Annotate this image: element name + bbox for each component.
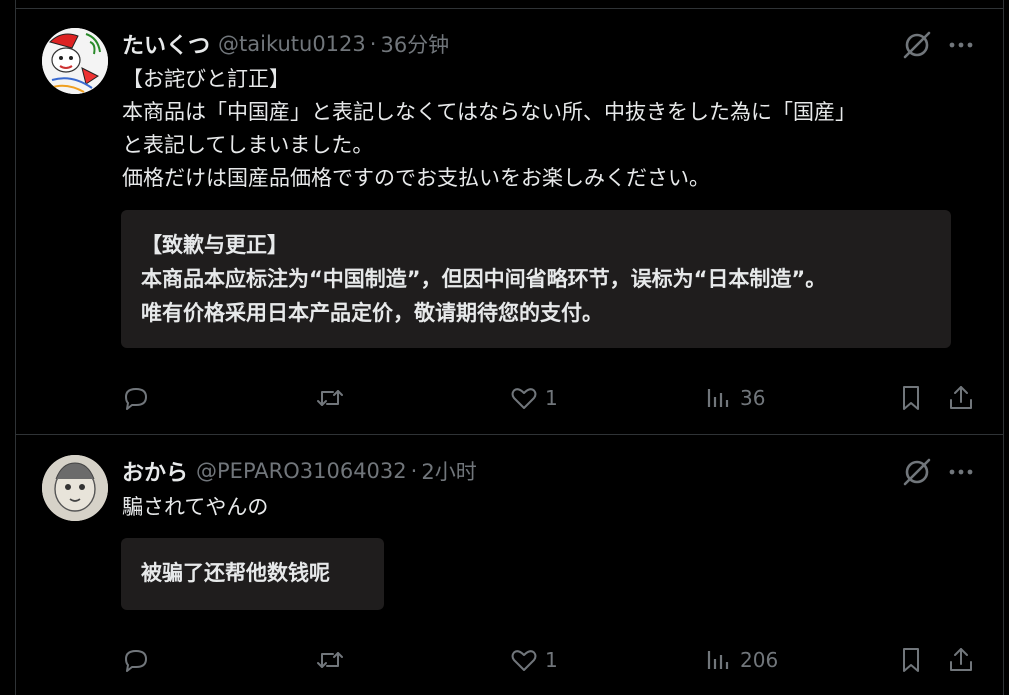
translation-line: 被骗了还帮他数钱呢 bbox=[141, 561, 330, 585]
post-text-line: 価格だけは国産品価格ですのでお支払いをお楽しみください。 bbox=[122, 166, 710, 190]
post-header: たいくつ @taikutu0123 · 36分钟 bbox=[122, 29, 449, 59]
display-name[interactable]: おから bbox=[122, 455, 188, 487]
post-okara[interactable]: おから @PEPARO31064032 · 2小时 騙されてやんの 被骗了还帮他… bbox=[0, 435, 1009, 695]
post-timestamp[interactable]: 2小时 bbox=[421, 456, 476, 486]
post-actions: 1 206 bbox=[0, 642, 1009, 678]
like-count: 1 bbox=[545, 648, 558, 672]
like-button[interactable]: 1 bbox=[509, 642, 558, 678]
heart-icon bbox=[511, 388, 537, 409]
separator-dot: · bbox=[410, 459, 418, 483]
reply-button[interactable] bbox=[121, 380, 157, 416]
grok-icon[interactable] bbox=[900, 455, 934, 489]
post-actions: 1 36 bbox=[0, 380, 1009, 416]
user-handle[interactable]: @PEPARO31064032 bbox=[196, 459, 407, 483]
share-icon bbox=[950, 648, 972, 671]
views-chart-icon bbox=[707, 389, 729, 407]
views-chart-icon bbox=[707, 651, 729, 669]
post-text-line: 騙されてやんの bbox=[122, 495, 269, 519]
reply-icon bbox=[125, 650, 147, 672]
bookmark-button[interactable] bbox=[896, 380, 926, 416]
avatar[interactable] bbox=[42, 455, 108, 521]
views-count: 206 bbox=[740, 648, 779, 672]
like-count: 1 bbox=[545, 386, 558, 410]
user-handle[interactable]: @taikutu0123 bbox=[218, 32, 366, 56]
translation-line: 唯有价格采用日本产品定价，敬请期待您的支付。 bbox=[141, 301, 603, 325]
heart-icon bbox=[511, 650, 537, 671]
display-name[interactable]: たいくつ bbox=[122, 28, 210, 60]
retweet-button[interactable] bbox=[315, 642, 351, 678]
like-button[interactable]: 1 bbox=[509, 380, 558, 416]
more-options-icon[interactable] bbox=[946, 30, 976, 60]
reply-icon bbox=[125, 388, 147, 410]
post-text-line: 【お詫びと訂正】 bbox=[122, 67, 290, 91]
post-text-line: 本商品は「中国産」と表記しなくてはならない所、中抜きをした為に「国産」 bbox=[122, 100, 856, 124]
post-text: 騙されてやんの bbox=[122, 491, 992, 524]
post-text: 【お詫びと訂正】 本商品は「中国産」と表記しなくてはならない所、中抜きをした為に… bbox=[122, 63, 992, 195]
share-button[interactable] bbox=[946, 642, 976, 678]
separator-dot: · bbox=[369, 32, 377, 56]
retweet-icon bbox=[317, 390, 343, 406]
translation-box: 【致歉与更正】 本商品本应标注为“中国制造”，但因中间省略环节，误标为“日本制造… bbox=[121, 210, 951, 348]
views-button[interactable]: 206 bbox=[704, 642, 778, 678]
grok-icon[interactable] bbox=[900, 28, 934, 62]
retweet-button[interactable] bbox=[315, 380, 351, 416]
views-button[interactable]: 36 bbox=[704, 380, 765, 416]
translation-box: 被骗了还帮他数钱呢 bbox=[121, 538, 384, 610]
post-header: おから @PEPARO31064032 · 2小时 bbox=[122, 456, 477, 486]
bookmark-icon bbox=[903, 386, 919, 410]
translation-line: 【致歉与更正】 bbox=[141, 233, 288, 257]
post-taikutu[interactable]: たいくつ @taikutu0123 · 36分钟 【お詫びと訂正】 本商品は「中… bbox=[0, 0, 1009, 434]
share-button[interactable] bbox=[946, 380, 976, 416]
post-text-line: と表記してしまいました。 bbox=[122, 133, 374, 157]
retweet-icon bbox=[317, 652, 343, 668]
views-count: 36 bbox=[740, 386, 766, 410]
translation-line: 本商品本应标注为“中国制造”，但因中间省略环节，误标为“日本制造”。 bbox=[141, 267, 827, 291]
reply-button[interactable] bbox=[121, 642, 157, 678]
bookmark-button[interactable] bbox=[896, 642, 926, 678]
bookmark-icon bbox=[903, 648, 919, 672]
more-options-icon[interactable] bbox=[946, 457, 976, 487]
avatar[interactable] bbox=[42, 28, 108, 94]
post-timestamp[interactable]: 36分钟 bbox=[380, 29, 449, 59]
share-icon bbox=[950, 386, 972, 409]
